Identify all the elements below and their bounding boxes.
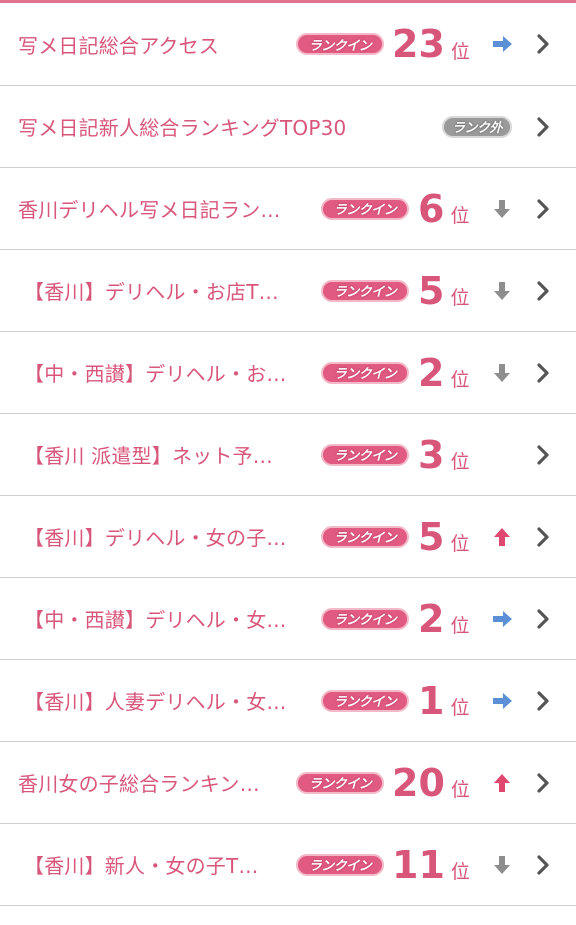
chevron-right-icon xyxy=(537,444,549,465)
ranking-row[interactable]: 香川デリヘル写メ日記ラン… ランクイン 6 位 xyxy=(0,168,576,250)
rank-number: 5 xyxy=(418,268,445,313)
chevron-right-icon xyxy=(537,526,549,547)
rank-number: 5 xyxy=(418,514,445,559)
rank-value: 11 位 xyxy=(392,824,470,905)
rank-in-badge: ランクイン xyxy=(321,525,409,548)
down-arrow-icon xyxy=(494,363,510,382)
chevron-right-icon xyxy=(537,280,549,301)
right-arrow-icon xyxy=(493,692,512,709)
ranking-title: 【香川】人妻デリヘル・女… xyxy=(24,690,287,714)
rank-unit: 位 xyxy=(450,287,470,309)
ranking-title: 香川デリヘル写メ日記ラン… xyxy=(18,198,281,222)
ranking-title: 写メ日記総合アクセス xyxy=(18,33,219,58)
rank-unit: 位 xyxy=(450,369,470,391)
rank-unit: 位 xyxy=(450,533,470,555)
rank-number: 2 xyxy=(418,350,445,395)
chevron-right-icon xyxy=(537,34,549,54)
down-arrow-icon xyxy=(494,199,510,218)
right-arrow-icon xyxy=(493,610,512,627)
rank-number: 3 xyxy=(418,432,445,477)
rank-in-badge: ランクイン xyxy=(296,853,384,876)
chevron-right-icon xyxy=(537,690,549,711)
ranking-title: 写メ日記新人総合ランキングTOP30 xyxy=(18,116,347,140)
ranking-row[interactable]: 【香川】人妻デリヘル・女… ランクイン 1 位 xyxy=(0,660,576,742)
rank-unit: 位 xyxy=(450,861,470,883)
up-arrow-icon xyxy=(494,773,510,792)
rank-value: 6位 xyxy=(418,168,469,249)
rank-value: 3位 xyxy=(418,414,469,495)
ranking-row[interactable]: 【中・西讃】デリヘル・女… ランクイン 2 位 xyxy=(0,578,576,660)
rank-value: 5位 xyxy=(418,250,469,331)
ranking-title: 【香川】デリヘル・女の子… xyxy=(24,526,287,550)
chevron-right-icon xyxy=(537,608,549,629)
rank-unit: 位 xyxy=(450,615,470,637)
rank-value: 20 位 xyxy=(392,742,470,823)
ranking-title: 【中・西讃】デリヘル・女… xyxy=(24,608,287,632)
rank-value: 2位 xyxy=(418,578,469,659)
right-arrow-icon xyxy=(493,36,512,52)
ranking-row[interactable]: 写メ日記総合アクセス ランクイン 23 位 xyxy=(0,3,576,86)
ranking-title: 【香川】新人・女の子T… xyxy=(24,854,259,878)
rank-in-badge: ランクイン xyxy=(321,689,409,712)
rank-in-badge: ランクイン xyxy=(296,33,384,55)
rank-unit: 位 xyxy=(450,697,470,719)
ranking-row[interactable]: 【香川】新人・女の子T… ランクイン 11 位 xyxy=(0,824,576,906)
rank-unit: 位 xyxy=(450,40,470,63)
rank-in-badge: ランクイン xyxy=(321,197,409,220)
ranking-title: 【香川】デリヘル・お店T… xyxy=(24,280,279,304)
rank-value: 1位 xyxy=(418,660,469,741)
ranking-row[interactable]: 【香川】デリヘル・女の子… ランクイン 5 位 xyxy=(0,496,576,578)
chevron-right-icon xyxy=(537,772,549,793)
rank-in-badge: ランクイン xyxy=(321,279,409,302)
rank-in-badge: ランクイン xyxy=(321,607,409,630)
rank-unit: 位 xyxy=(450,205,470,227)
rank-number: 6 xyxy=(418,186,445,231)
rank-number: 2 xyxy=(418,596,445,641)
ranking-title: 【香川 派遣型】ネット予… xyxy=(24,444,273,468)
up-arrow-icon xyxy=(494,527,510,546)
ranking-row[interactable]: 【香川】デリヘル・お店T… ランクイン 5 位 xyxy=(0,250,576,332)
chevron-right-icon xyxy=(537,198,549,219)
ranking-list: 写メ日記総合アクセス ランクイン 23 位写メ日記新人総合ランキングTOP30 ランク外… xyxy=(0,3,576,906)
chevron-right-icon xyxy=(537,854,549,875)
ranking-row[interactable]: 【中・西讃】デリヘル・お… ランクイン 2 位 xyxy=(0,332,576,414)
down-arrow-icon xyxy=(494,281,510,300)
rank-number: 1 xyxy=(418,678,445,723)
chevron-right-icon xyxy=(537,116,549,137)
rank-in-badge: ランクイン xyxy=(321,361,409,384)
rank-number: 23 xyxy=(392,22,445,66)
rank-value: 2位 xyxy=(418,332,469,413)
ranking-title: 香川女の子総合ランキン… xyxy=(18,772,260,796)
rank-in-badge: ランクイン xyxy=(296,771,384,794)
rank-out-badge: ランク外 xyxy=(442,115,512,138)
ranking-row[interactable]: 【香川 派遣型】ネット予… ランクイン 3 位 xyxy=(0,414,576,496)
rank-value: 23 位 xyxy=(392,3,470,85)
rank-in-badge: ランクイン xyxy=(321,443,409,466)
ranking-row[interactable]: 香川女の子総合ランキン… ランクイン 20 位 xyxy=(0,742,576,824)
rank-unit: 位 xyxy=(450,451,470,473)
down-arrow-icon xyxy=(494,855,510,874)
rank-number: 11 xyxy=(392,842,445,887)
rank-unit: 位 xyxy=(450,779,470,801)
rank-number: 20 xyxy=(392,760,445,805)
ranking-title: 【中・西讃】デリヘル・お… xyxy=(24,362,287,386)
ranking-row[interactable]: 写メ日記新人総合ランキングTOP30 ランク外 xyxy=(0,86,576,168)
rank-value: 5位 xyxy=(418,496,469,577)
chevron-right-icon xyxy=(537,362,549,383)
